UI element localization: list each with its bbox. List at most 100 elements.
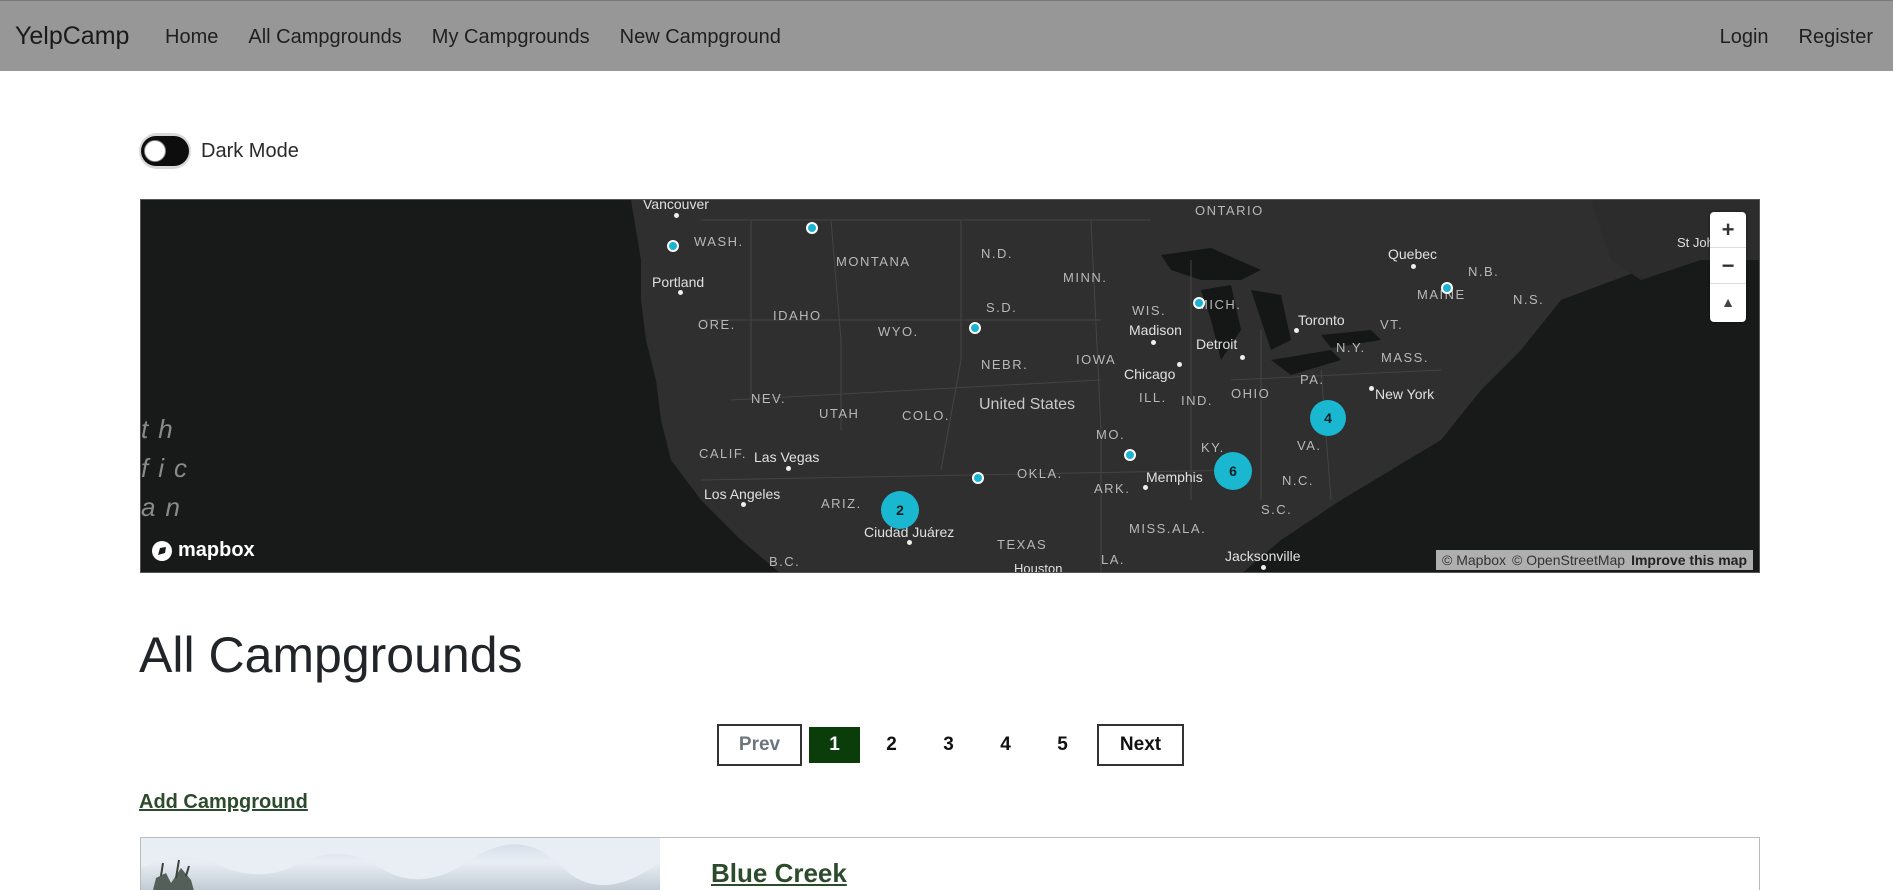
mapbox-attribution-link[interactable]: © Mapbox — [1442, 552, 1506, 568]
zoom-in-button[interactable]: + — [1710, 212, 1746, 248]
city-dot — [907, 540, 912, 545]
city-dot — [1143, 485, 1148, 490]
map-label: ARIZ. — [821, 496, 862, 511]
cluster-marker[interactable]: 6 — [1214, 452, 1252, 490]
map-label: WASH. — [694, 234, 744, 249]
cluster-marker[interactable]: 2 — [881, 491, 919, 529]
pagination: Prev 1 2 3 4 5 Next — [717, 724, 1184, 766]
page-button[interactable]: 5 — [1034, 724, 1091, 766]
campground-pin[interactable] — [972, 472, 984, 484]
campground-title-link[interactable]: Blue Creek — [711, 858, 847, 889]
add-campground-link[interactable]: Add Campground — [139, 791, 308, 814]
campground-pin[interactable] — [667, 240, 679, 252]
campground-photo — [141, 838, 660, 890]
map-label: S.D. — [986, 300, 1018, 315]
login-link[interactable]: Login — [1720, 26, 1769, 49]
cluster-marker[interactable]: 4 — [1310, 400, 1346, 436]
brand-link[interactable]: YelpCamp — [15, 22, 129, 51]
dark-mode-toggle[interactable] — [139, 133, 191, 169]
nav-links: Home All Campgrounds My Campgrounds New … — [165, 26, 781, 49]
navbar: YelpCamp Home All Campgrounds My Campgro… — [0, 0, 1893, 71]
improve-map-link[interactable]: Improve this map — [1631, 552, 1747, 568]
page-button[interactable]: 3 — [920, 724, 977, 766]
map-label: IDAHO — [773, 308, 822, 323]
map-label: MISS. — [1129, 521, 1172, 536]
map-label: MONTANA — [836, 254, 911, 269]
compass-button[interactable]: ▲ — [1710, 284, 1746, 320]
map-label: Detroit — [1196, 336, 1238, 352]
map-label: ARK. — [1094, 481, 1131, 496]
map-label: UTAH — [819, 406, 860, 421]
campground-map[interactable]: Vancouver WASH. MONTANA N.D. ONTARIO Que… — [140, 199, 1760, 573]
ocean-label: an — [141, 492, 190, 522]
map-label: VA. — [1297, 438, 1322, 453]
map-label: WYO. — [878, 324, 919, 339]
dark-mode-label: Dark Mode — [201, 139, 299, 162]
city-dot — [1261, 565, 1266, 570]
map-label: Quebec — [1388, 246, 1438, 262]
nav-my-campgrounds-link[interactable]: My Campgrounds — [432, 26, 590, 49]
map-label: Madison — [1129, 322, 1182, 338]
map-label: Memphis — [1146, 469, 1203, 485]
osm-attribution-link[interactable]: © OpenStreetMap — [1512, 552, 1625, 568]
city-dot — [741, 502, 746, 507]
toggle-knob — [144, 140, 166, 162]
map-label: PA. — [1300, 372, 1325, 387]
page-button[interactable]: 4 — [977, 724, 1034, 766]
mapbox-logo-text: mapbox — [178, 539, 255, 561]
map-label: Las Vegas — [754, 449, 820, 465]
map-label: B.C. — [769, 554, 801, 569]
prev-page-button[interactable]: Prev — [717, 724, 802, 766]
map-label: IOWA — [1076, 352, 1117, 367]
next-page-button[interactable]: Next — [1097, 724, 1184, 766]
map-label: MO. — [1096, 427, 1126, 442]
map-label: Portland — [652, 274, 705, 290]
map-attribution: © Mapbox © OpenStreetMap Improve this ma… — [1436, 550, 1753, 570]
page-title: All Campgrounds — [139, 627, 523, 683]
nav-auth-links: Login Register — [1720, 26, 1873, 49]
page-button[interactable]: 2 — [863, 724, 920, 766]
map-label: TEXAS — [997, 537, 1048, 552]
city-dot — [1411, 264, 1416, 269]
city-dot — [1294, 328, 1299, 333]
register-link[interactable]: Register — [1799, 26, 1873, 49]
city-dot — [674, 213, 679, 218]
map-label: ILL. — [1139, 390, 1167, 405]
map-label: NEV. — [751, 391, 787, 406]
map-label: IND. — [1181, 393, 1213, 408]
map-label: N.Y. — [1336, 340, 1366, 355]
campground-image[interactable] — [141, 838, 660, 890]
campground-pin[interactable] — [1193, 297, 1205, 309]
map-label: New York — [1375, 386, 1435, 402]
campground-pin[interactable] — [969, 322, 981, 334]
toggle-track — [141, 136, 189, 166]
map-label: Toronto — [1298, 312, 1345, 328]
page-button-current[interactable]: 1 — [809, 727, 860, 763]
city-dot — [786, 466, 791, 471]
campground-card: Blue Creek — [140, 837, 1760, 890]
city-dot — [1369, 386, 1374, 391]
map-label: Vancouver — [643, 199, 709, 212]
mapbox-logo[interactable]: mapbox — [151, 539, 255, 562]
map-label: VT. — [1380, 317, 1404, 332]
map-labels: Vancouver WASH. MONTANA N.D. ONTARIO Que… — [141, 199, 1759, 572]
map-label: Jacksonville — [1225, 548, 1301, 564]
zoom-out-button[interactable]: − — [1710, 248, 1746, 284]
map-label: Los Angeles — [704, 486, 781, 502]
nav-home-link[interactable]: Home — [165, 26, 218, 49]
city-dot — [1240, 355, 1245, 360]
map-label: N.S. — [1513, 292, 1545, 307]
nav-all-campgrounds-link[interactable]: All Campgrounds — [248, 26, 401, 49]
nav-new-campground-link[interactable]: New Campground — [620, 26, 781, 49]
map-label: WIS. — [1132, 303, 1167, 318]
dark-mode-control: Dark Mode — [139, 133, 299, 169]
map-label: CALIF. — [699, 446, 748, 461]
map-label: St Joh — [1677, 235, 1714, 250]
campground-pin[interactable] — [1124, 449, 1136, 461]
campground-pin[interactable] — [806, 222, 818, 234]
campground-pin[interactable] — [1441, 282, 1453, 294]
map-label: N.D. — [981, 246, 1013, 261]
map-label: ORE. — [698, 317, 736, 332]
mapbox-logo-icon — [152, 540, 172, 561]
compass-icon: ▲ — [1721, 294, 1735, 310]
